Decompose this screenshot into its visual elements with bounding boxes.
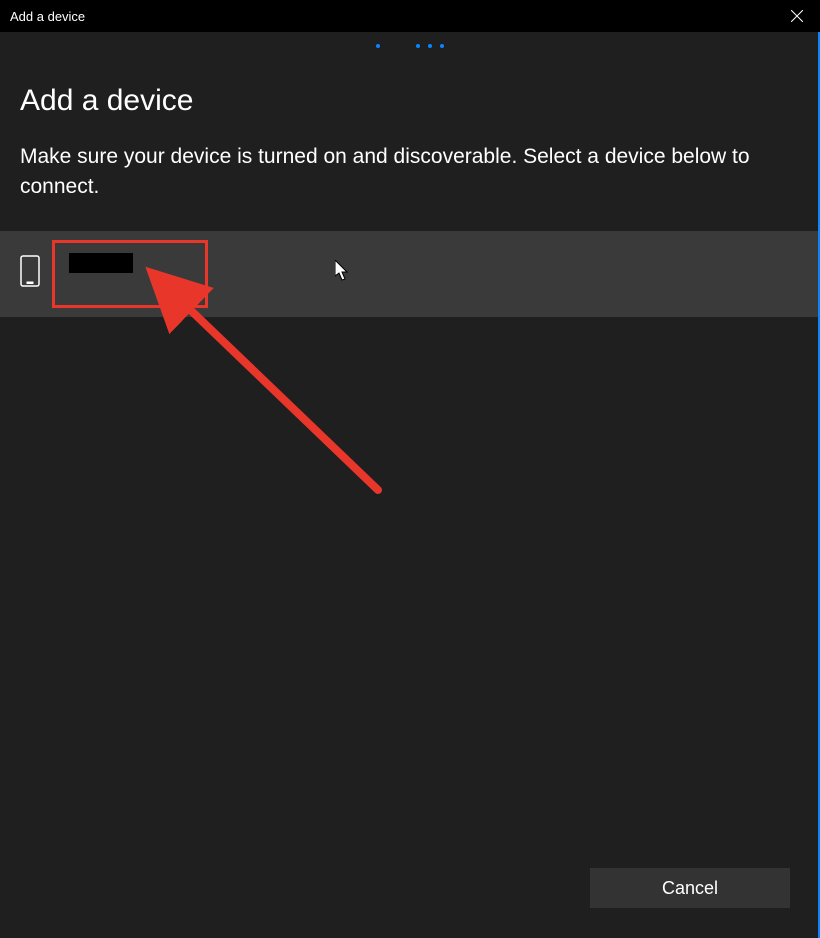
titlebar: Add a device bbox=[0, 0, 820, 32]
progress-dot bbox=[440, 44, 444, 48]
annotation-highlight-box bbox=[52, 240, 208, 308]
device-list-item[interactable] bbox=[0, 231, 820, 317]
progress-dot bbox=[416, 44, 420, 48]
phone-icon bbox=[20, 255, 40, 292]
content-area: Add a device Make sure your device is tu… bbox=[0, 56, 820, 203]
close-icon bbox=[791, 10, 803, 22]
progress-dot bbox=[428, 44, 432, 48]
window-title: Add a device bbox=[10, 9, 85, 24]
progress-dot bbox=[376, 44, 380, 48]
progress-indicator bbox=[0, 32, 820, 56]
cancel-button[interactable]: Cancel bbox=[590, 868, 790, 908]
dialog-footer: Cancel bbox=[590, 868, 790, 908]
device-name-redacted bbox=[69, 253, 133, 273]
close-button[interactable] bbox=[774, 0, 820, 32]
page-title: Add a device bbox=[20, 84, 800, 118]
page-subtext: Make sure your device is turned on and d… bbox=[20, 142, 800, 203]
